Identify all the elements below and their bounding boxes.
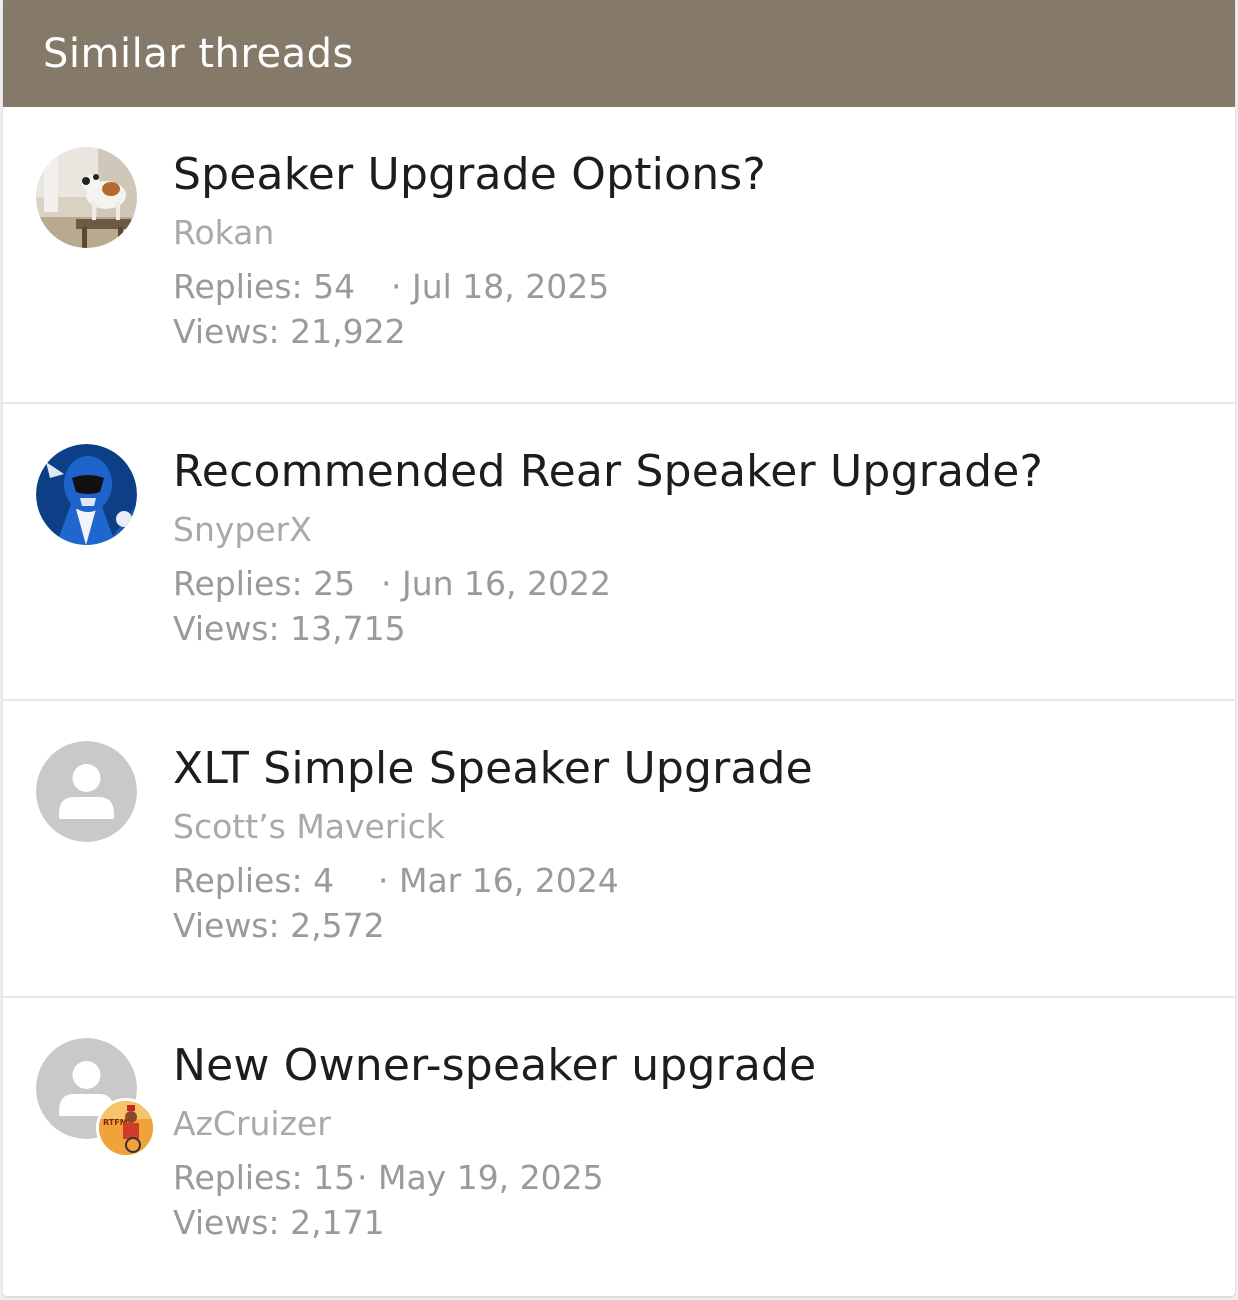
blue-ranger-image xyxy=(36,444,137,545)
user-silhouette-icon xyxy=(36,741,137,842)
thread-replies: Replies: 25 xyxy=(173,564,356,603)
thread-date[interactable]: · Jun 16, 2022 xyxy=(381,564,611,603)
dog-photo-avatar[interactable] xyxy=(36,147,137,248)
thread-views: Views: 21,922 xyxy=(173,312,406,351)
rtfm-badge-image: RTFM! xyxy=(99,1101,153,1155)
thread-date[interactable]: · Mar 16, 2024 xyxy=(378,861,619,900)
blue-ranger-avatar[interactable] xyxy=(36,444,137,545)
thread-views: Views: 2,572 xyxy=(173,906,385,945)
thread-replies: Replies: 4 xyxy=(173,861,335,900)
rtfm-badge-avatar: RTFM! xyxy=(96,1098,156,1158)
thread-views: Views: 2,171 xyxy=(173,1203,385,1242)
thread-title[interactable]: New Owner-speaker upgrade xyxy=(173,1040,816,1091)
thread-item[interactable]: Speaker Upgrade Options? Rokan Replies: … xyxy=(3,107,1235,404)
thread-author[interactable]: SnyperX xyxy=(173,510,312,549)
thread-title[interactable]: Speaker Upgrade Options? xyxy=(173,149,766,200)
thread-author[interactable]: Scott’s Maverick xyxy=(173,807,445,846)
similar-threads-panel: Similar threads Speaker Upgrade Options?… xyxy=(3,0,1235,1296)
thread-views: Views: 13,715 xyxy=(173,609,406,648)
thread-date[interactable]: · May 19, 2025 xyxy=(357,1158,604,1197)
thread-author[interactable]: AzCruizer xyxy=(173,1104,331,1143)
thread-replies: Replies: 15 xyxy=(173,1158,356,1197)
thread-item[interactable]: RTFM! New Owner-speaker upgrade AzCruize… xyxy=(3,998,1235,1295)
thread-item[interactable]: Recommended Rear Speaker Upgrade? Snyper… xyxy=(3,404,1235,701)
thread-title[interactable]: Recommended Rear Speaker Upgrade? xyxy=(173,446,1043,497)
thread-item[interactable]: XLT Simple Speaker Upgrade Scott’s Maver… xyxy=(3,701,1235,998)
thread-title[interactable]: XLT Simple Speaker Upgrade xyxy=(173,743,813,794)
default-user-avatar[interactable] xyxy=(36,741,137,842)
thread-replies: Replies: 54 xyxy=(173,267,356,306)
panel-header: Similar threads xyxy=(3,0,1235,107)
thread-date[interactable]: · Jul 18, 2025 xyxy=(391,267,609,306)
panel-title: Similar threads xyxy=(43,30,354,77)
dog-photo-image xyxy=(36,147,137,248)
thread-author[interactable]: Rokan xyxy=(173,213,274,252)
default-user-avatar[interactable]: RTFM! xyxy=(36,1038,156,1158)
